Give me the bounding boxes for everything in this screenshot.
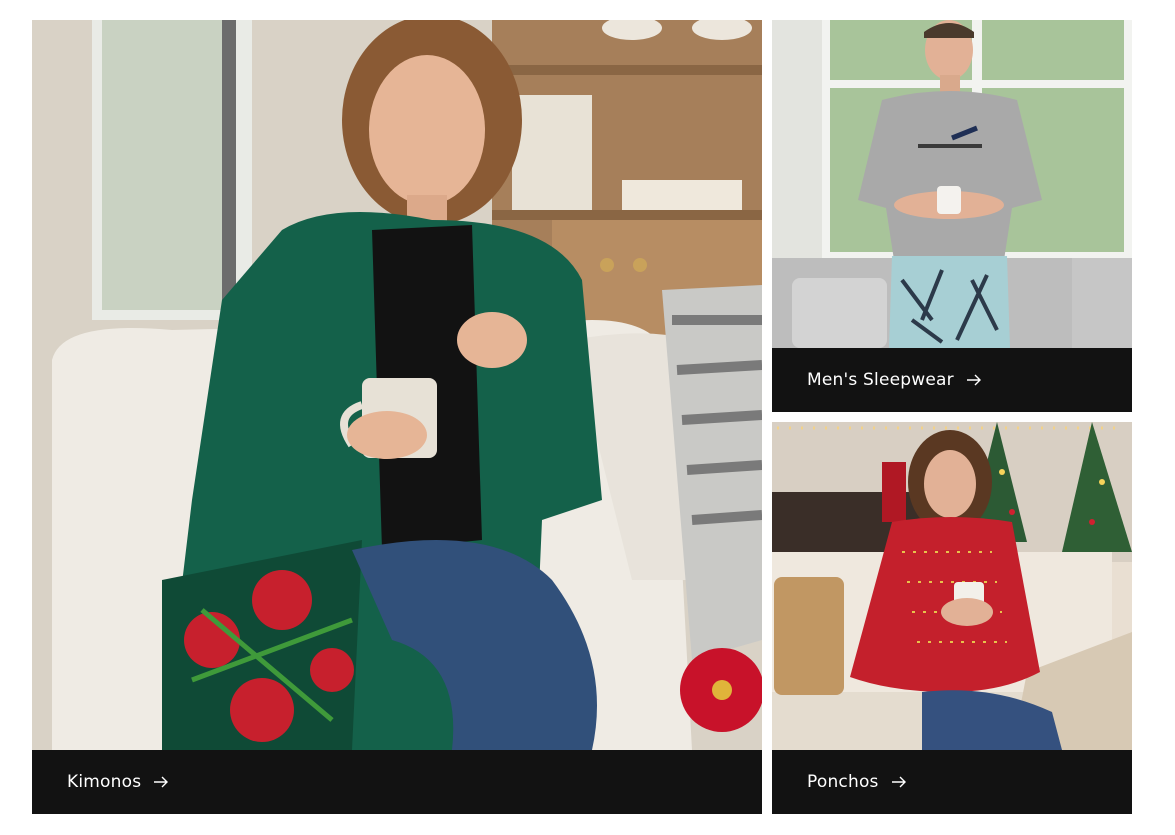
collection-label[interactable]: Men's Sleepwear: [807, 370, 954, 390]
collection-card-kimonos[interactable]: Kimonos: [32, 20, 762, 814]
mens-sleepwear-caption[interactable]: Men's Sleepwear: [772, 348, 1132, 412]
kimonos-photo[interactable]: [32, 20, 762, 750]
arrow-right-icon: [966, 374, 982, 386]
mens-sleepwear-photo[interactable]: [772, 20, 1132, 348]
arrow-right-icon: [891, 776, 907, 788]
ponchos-caption[interactable]: Ponchos: [772, 750, 1132, 814]
ponchos-photo[interactable]: [772, 422, 1132, 750]
collection-card-ponchos[interactable]: Ponchos: [772, 422, 1132, 814]
collection-label[interactable]: Ponchos: [807, 772, 879, 792]
arrow-right-icon: [153, 776, 169, 788]
collection-card-mens-sleepwear[interactable]: Men's Sleepwear: [772, 20, 1132, 412]
collection-label[interactable]: Kimonos: [67, 772, 141, 792]
kimonos-caption[interactable]: Kimonos: [32, 750, 762, 814]
